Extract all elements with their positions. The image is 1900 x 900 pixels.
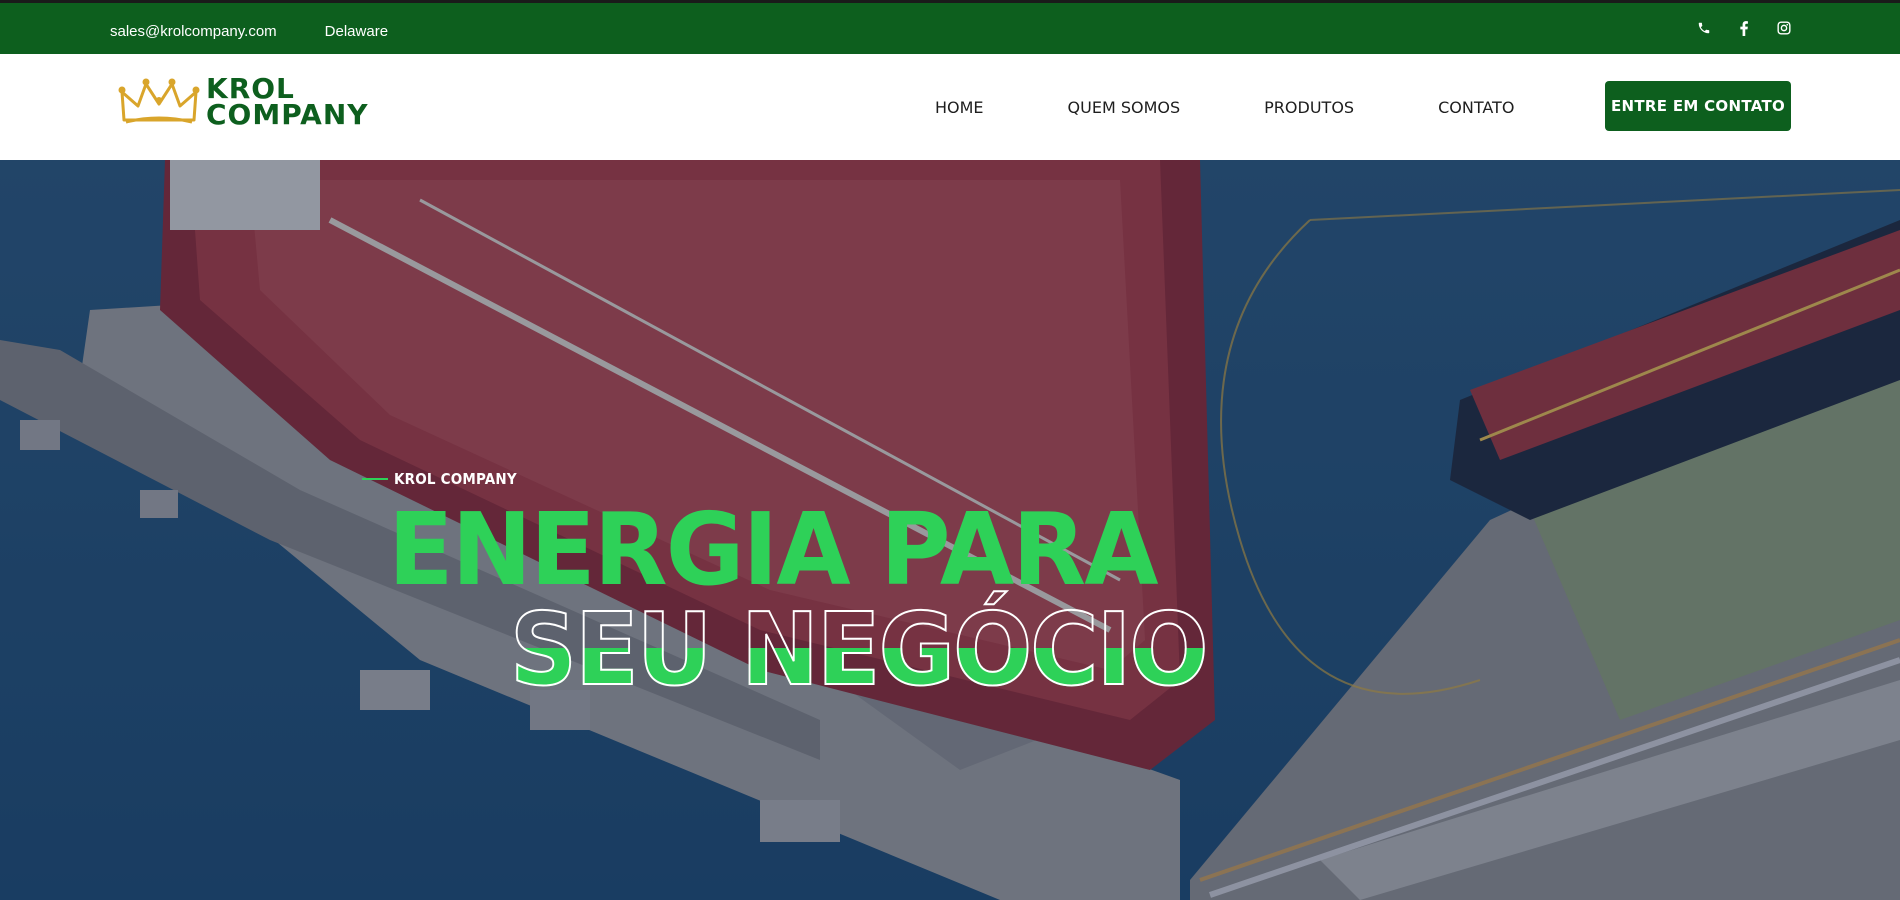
hero-headline-line-2: SEU NEGÓCIO xyxy=(509,591,1209,708)
email-link[interactable]: sales@krolcompany.com xyxy=(110,23,277,40)
instagram-icon[interactable] xyxy=(1776,20,1792,36)
eyebrow-accent-line xyxy=(362,478,388,480)
facebook-icon[interactable] xyxy=(1736,20,1752,36)
nav-produtos[interactable]: PRODUTOS xyxy=(1264,98,1354,117)
social-links xyxy=(1696,20,1792,36)
hero-eyebrow-text: KROL COMPANY xyxy=(394,470,517,488)
hero-eyebrow: KROL COMPANY xyxy=(362,470,517,488)
phone-icon[interactable] xyxy=(1696,20,1712,36)
logo-line-2: COMPANY xyxy=(206,98,369,131)
logo-wordmark: KROL COMPANY xyxy=(206,75,369,131)
brand-logo[interactable]: KROL COMPANY xyxy=(118,75,369,131)
crown-icon xyxy=(118,78,200,124)
hero-section: KROL COMPANY ENERGIA PARA SEU NEGÓCIO xyxy=(0,160,1900,900)
nav-home[interactable]: HOME xyxy=(935,98,984,117)
contact-cta-button[interactable]: ENTRE EM CONTATO xyxy=(1605,81,1791,131)
nav-quem-somos[interactable]: QUEM SOMOS xyxy=(1068,98,1181,117)
nav-contato[interactable]: CONTATO xyxy=(1438,98,1514,117)
contact-info: sales@krolcompany.com Delaware xyxy=(110,23,388,40)
location-text: Delaware xyxy=(324,23,389,40)
nav-menu: HOME QUEM SOMOS PRODUTOS CONTATO xyxy=(935,98,1514,117)
hero-headline-line-1: ENERGIA PARA xyxy=(388,491,1159,608)
main-navbar: KROL COMPANY HOME QUEM SOMOS PRODUTOS CO… xyxy=(0,54,1900,160)
top-bar: sales@krolcompany.com Delaware xyxy=(0,0,1900,54)
